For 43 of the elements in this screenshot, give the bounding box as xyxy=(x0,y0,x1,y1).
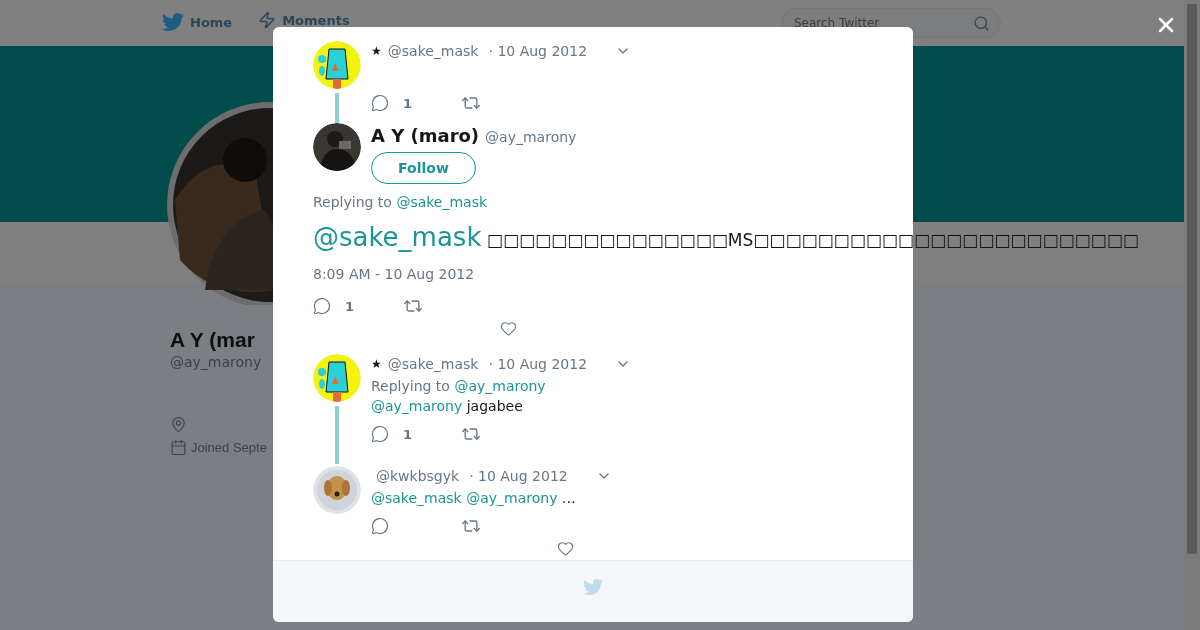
reply-count: 1 xyxy=(345,298,355,314)
reply-icon[interactable] xyxy=(371,94,389,112)
mention-link[interactable]: @ay_marony xyxy=(371,398,463,414)
tweet-text: … xyxy=(560,490,576,506)
user-handle[interactable]: @kwkbsgyk xyxy=(376,468,460,484)
mention-link[interactable]: @sake_mask xyxy=(313,222,482,252)
tweet-text: jagabee xyxy=(465,398,523,414)
calendar-icon xyxy=(170,439,187,456)
tweet-date: · 10 Aug 2012 xyxy=(469,468,568,484)
user-handle[interactable]: @sake_mask xyxy=(387,356,479,372)
like-icon[interactable] xyxy=(557,540,574,557)
star-mark: ★ xyxy=(371,357,382,371)
replying-label: Replying to xyxy=(313,194,392,210)
star-mark: ★ xyxy=(371,44,382,58)
replying-label: Replying to xyxy=(371,378,450,394)
profile-handle: @ay_marony xyxy=(170,354,262,370)
user-handle[interactable]: @sake_mask xyxy=(387,43,479,59)
like-icon[interactable] xyxy=(500,320,517,337)
nav-link[interactable]: Home xyxy=(162,9,233,33)
mention-link[interactable]: @sake_mask @ay_marony xyxy=(371,490,558,506)
reply-icon[interactable] xyxy=(371,425,389,443)
tweet-text: □□□□□□□□□□□□□□□MS□□□□□□□□□□□□□□□□□□□□□□□□ xyxy=(485,230,1139,250)
tweet-time: 8:09 AM - 10 Aug 2012 xyxy=(313,266,476,282)
bird-icon xyxy=(583,577,603,597)
user-handle[interactable]: @ay_marony xyxy=(485,129,577,145)
reply-icon[interactable] xyxy=(371,517,389,535)
mention-link[interactable]: @ay_marony xyxy=(454,378,546,394)
search-icon xyxy=(973,14,990,32)
profile-name: A Y (mar xyxy=(170,328,255,352)
mention-link[interactable]: @sake_mask xyxy=(396,194,488,210)
tweet-date: · 10 Aug 2012 xyxy=(488,356,588,372)
scrollbar[interactable] xyxy=(1184,0,1200,630)
user-name[interactable]: A Y (maro) xyxy=(371,125,480,146)
bolt-icon xyxy=(258,11,277,29)
location-icon xyxy=(170,416,187,433)
bird-icon xyxy=(162,11,184,33)
nav-link[interactable]: Moments xyxy=(258,9,350,29)
follow-button[interactable]: Follow xyxy=(371,152,476,184)
joined-date: Joined Septe xyxy=(191,440,267,455)
reply-icon[interactable] xyxy=(313,297,331,315)
tweet-date: · 10 Aug 2012 xyxy=(488,43,588,59)
reply-count: 1 xyxy=(403,426,413,442)
reply-count: 1 xyxy=(403,95,413,111)
